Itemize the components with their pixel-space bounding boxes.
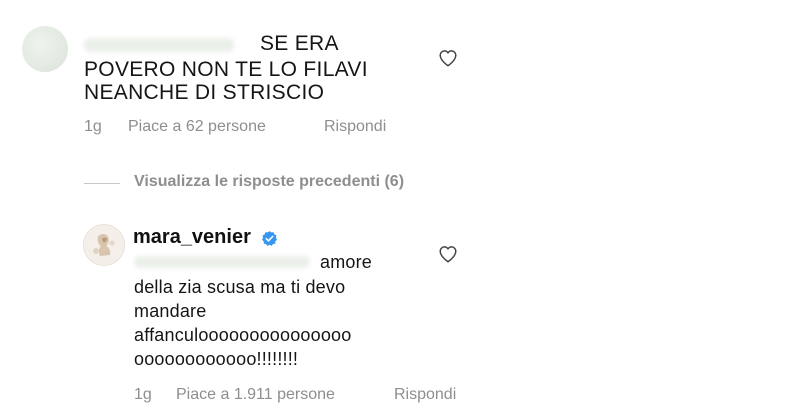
avatar[interactable] — [22, 26, 68, 72]
comment-text-line: NEANCHE DI STRISCIO — [84, 81, 325, 104]
comment-timestamp: 1g — [84, 118, 102, 135]
blurred-mention — [134, 256, 310, 268]
comment-text-line: oooooooooooo!!!!!!!! — [134, 349, 299, 369]
reply-button[interactable]: Rispondi — [394, 386, 456, 404]
reply-button[interactable]: Rispondi — [324, 118, 386, 136]
view-previous-replies-button[interactable]: Visualizza le risposte precedenti (6) — [134, 173, 404, 191]
comment-text-line: SE ERA — [260, 32, 339, 55]
comment-text-line: affanculooooooooooooooo — [134, 325, 352, 345]
likes-count-link[interactable]: Piace a 1.911 persone — [176, 386, 335, 404]
verified-badge-icon — [262, 231, 277, 246]
heart-outline-icon[interactable] — [438, 245, 458, 263]
comment-timestamp: 1g — [134, 386, 152, 403]
comment-text-line: POVERO NON TE LO FILAVI — [84, 58, 368, 81]
heart-outline-icon[interactable] — [438, 49, 458, 67]
comment-username[interactable]: mara_venier — [133, 226, 251, 249]
replies-divider-line — [84, 183, 120, 184]
comment-text-line: mandare — [134, 301, 207, 321]
likes-count-link[interactable]: Piace a 62 persone — [128, 118, 266, 136]
comment-text-line: della zia scusa ma ti devo — [134, 277, 346, 297]
comment-text-line: amore — [320, 252, 373, 272]
blurred-username — [84, 38, 234, 52]
avatar-image — [84, 225, 124, 265]
avatar[interactable] — [83, 224, 125, 266]
